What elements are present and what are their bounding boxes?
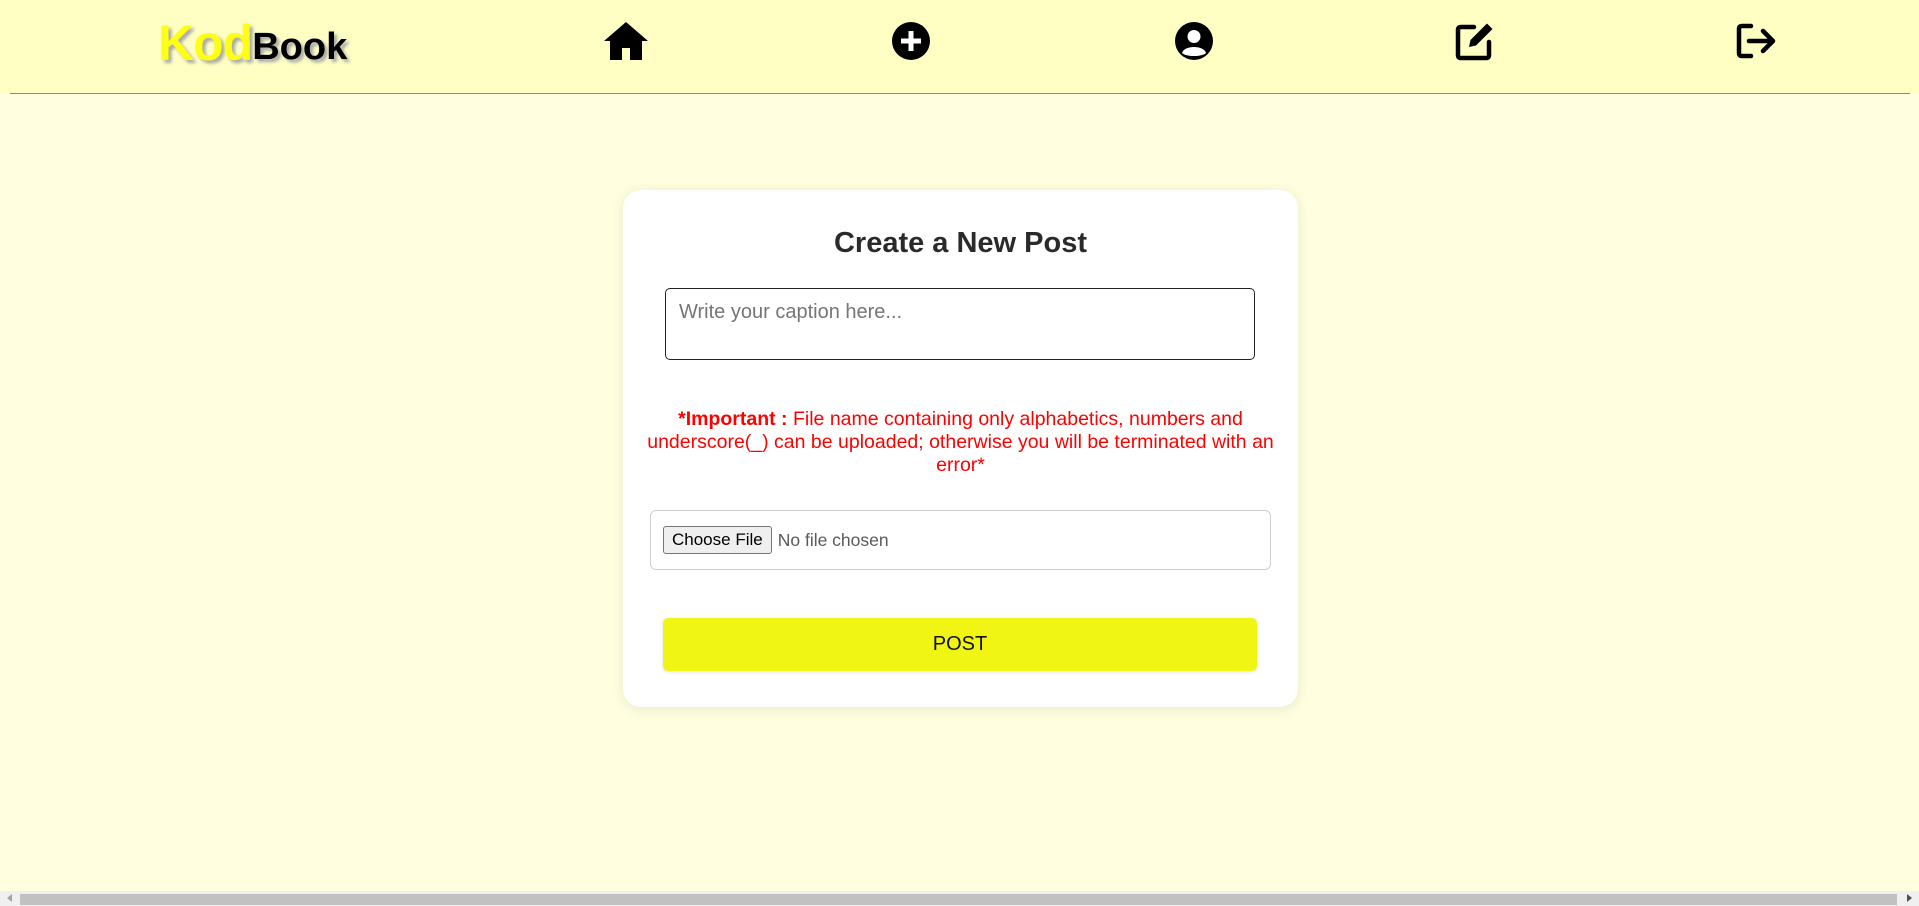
navbar-divider xyxy=(10,93,1910,94)
file-status-text: No file chosen xyxy=(777,529,889,550)
logout-nav-link[interactable] xyxy=(1734,18,1780,64)
scroll-left-arrow-icon[interactable] xyxy=(7,894,12,902)
add-post-icon xyxy=(891,21,931,61)
post-button[interactable]: POST xyxy=(663,618,1257,671)
profile-icon xyxy=(1174,21,1214,61)
profile-nav-link[interactable] xyxy=(1171,18,1217,64)
file-upload-field[interactable]: Choose File No file chosen xyxy=(650,510,1271,570)
caption-input[interactable] xyxy=(665,288,1255,360)
notice-label: *Important : xyxy=(678,408,788,430)
create-post-card: Create a New Post *Important : File name… xyxy=(623,190,1298,707)
navbar: Kod Book xyxy=(0,0,1919,94)
add-post-nav-link[interactable] xyxy=(888,18,934,64)
home-nav-link[interactable] xyxy=(603,18,649,64)
logo-book-text: Book xyxy=(252,26,348,68)
home-icon xyxy=(603,21,649,61)
edit-nav-link[interactable] xyxy=(1452,18,1498,64)
logout-icon xyxy=(1736,21,1778,61)
page-title: Create a New Post xyxy=(833,227,1088,259)
scroll-right-arrow-icon[interactable] xyxy=(1907,894,1912,902)
kodbook-logo[interactable]: Kod Book xyxy=(158,8,347,68)
logo-kod-text: Kod xyxy=(158,15,253,71)
choose-file-button[interactable]: Choose File xyxy=(663,526,772,554)
horizontal-scrollbar[interactable] xyxy=(0,891,1919,906)
edit-icon xyxy=(1454,20,1496,62)
file-name-notice: *Important : File name containing only a… xyxy=(643,408,1278,477)
scrollbar-thumb[interactable] xyxy=(20,894,1897,905)
